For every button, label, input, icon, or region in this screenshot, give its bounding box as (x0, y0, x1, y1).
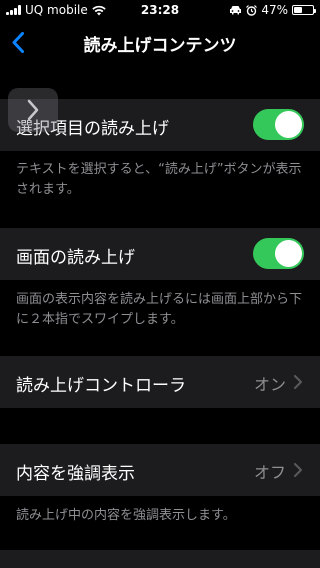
battery-fill (294, 7, 303, 13)
toggle-knob (275, 240, 302, 267)
status-right: 47% (229, 3, 316, 17)
highlight-content-footer: 読み上げ中の内容を強調表示します。 (16, 508, 236, 523)
status-bar: UQ mobile 23:28 47% (0, 0, 320, 20)
speak-screen-footer: 画面の表示内容を読み上げるには画面上部から下に２本指でスワイプします。 (16, 292, 303, 327)
speak-selection-toggle[interactable] (253, 109, 304, 140)
alarm-icon (246, 4, 258, 16)
floating-expand-handle[interactable] (8, 88, 58, 132)
car-icon (230, 6, 242, 15)
chevron-right-icon (294, 463, 302, 477)
navigation-bar: 読み上げコンテンツ (0, 20, 320, 64)
speak-selection-footer: テキストを選択すると、“読み上げ”ボタンが表示されます。 (16, 162, 302, 197)
highlight-content-row[interactable]: 内容を強調表示 オフ (0, 444, 320, 496)
highlight-content-label: 内容を強調表示 (16, 464, 135, 484)
battery-percent: 47% (261, 3, 288, 17)
speech-controller-label: 読み上げコントローラ (16, 376, 186, 396)
battery-icon (292, 5, 316, 15)
toggle-knob (275, 111, 302, 138)
next-row-partial[interactable] (0, 550, 320, 568)
chevron-right-icon (294, 375, 302, 389)
speak-screen-toggle[interactable] (253, 238, 304, 269)
speech-controller-row[interactable]: 読み上げコントローラ オン (0, 356, 320, 408)
speak-screen-label: 画面の読み上げ (16, 248, 135, 268)
chevron-right-icon (27, 99, 39, 121)
highlight-content-value: オフ (253, 463, 286, 482)
speech-controller-value: オン (253, 375, 286, 394)
page-title: 読み上げコンテンツ (83, 36, 237, 56)
speak-screen-row[interactable]: 画面の読み上げ (0, 228, 320, 280)
